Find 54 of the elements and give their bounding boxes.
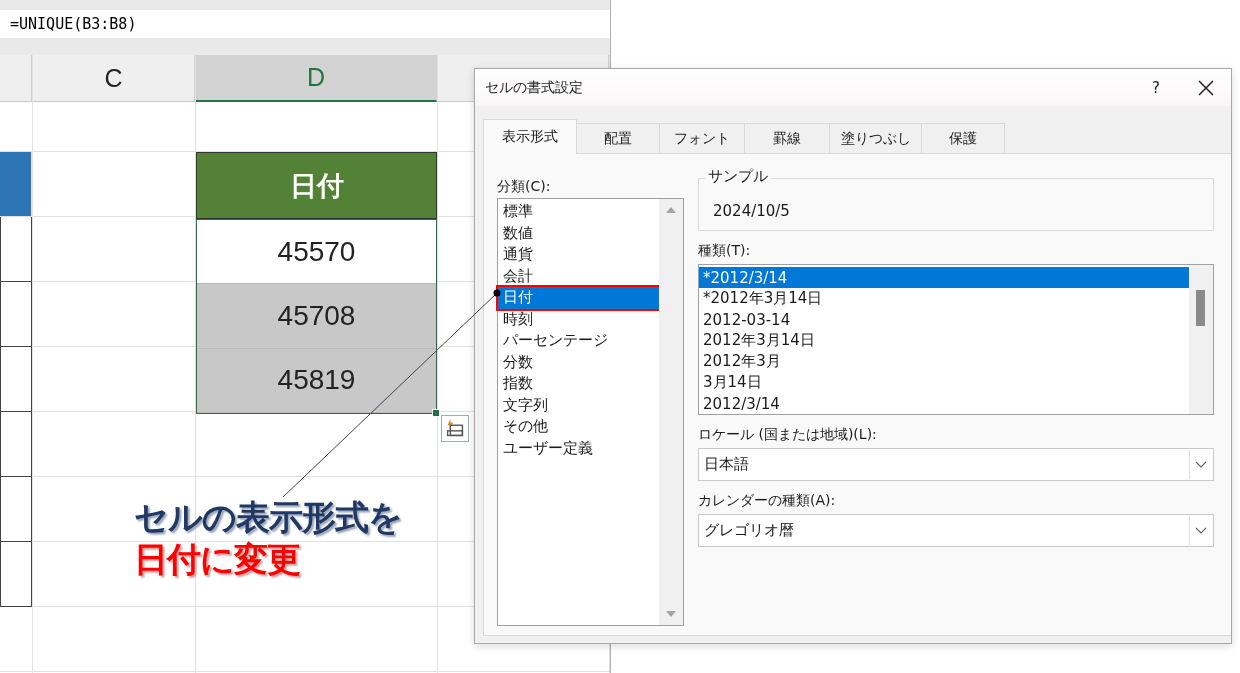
list-item[interactable]: ユーザー定義	[498, 437, 659, 459]
list-item[interactable]: パーセンテージ	[498, 330, 659, 352]
table-cell	[0, 542, 32, 607]
column-header[interactable]: D	[196, 55, 437, 102]
group-label: サンプル	[705, 167, 771, 186]
tab[interactable]: 表示形式	[483, 119, 577, 154]
list-item[interactable]: 指数	[498, 373, 659, 395]
column-header[interactable]: C	[33, 55, 195, 102]
window-title: セルの書式設定	[485, 78, 584, 97]
list-item[interactable]: 2012年3月14日	[699, 330, 1189, 351]
list-item[interactable]: 2012/3/14	[699, 393, 1189, 414]
list-item[interactable]: 会計	[498, 265, 659, 287]
scroll-down-icon[interactable]	[665, 610, 677, 618]
list-item[interactable]: 通貨	[498, 244, 659, 266]
tab[interactable]: 保護	[921, 123, 1005, 153]
list-item[interactable]: その他	[498, 416, 659, 438]
field-label: 分類(C):	[497, 177, 552, 196]
table-cell	[0, 217, 32, 282]
table-header-cell: 日付	[196, 152, 437, 219]
locale-dropdown[interactable]: 日本語	[698, 448, 1214, 481]
list-item[interactable]: 分数	[498, 351, 659, 373]
list-item[interactable]: 2012年3月	[699, 351, 1189, 372]
fill-handle[interactable]	[432, 409, 440, 417]
category-list[interactable]: 標準 数値 通貨 会計 日付 時刻 パーセンテージ 分数 指数 文字列 その他 ユーザー定義	[497, 198, 684, 626]
list-item[interactable]: 文字列	[498, 394, 659, 416]
list-item[interactable]: 3月14日	[699, 372, 1189, 393]
list-item[interactable]: 時刻	[498, 308, 659, 330]
field-label: ロケール (国または地域)(L):	[698, 426, 878, 444]
list-item[interactable]: 数値	[498, 222, 659, 244]
table-cell	[0, 152, 32, 217]
type-list[interactable]: *2012/3/14 *2012年3月14日 2012-03-14 2012年3月14日 2012年3月 3月14日 2012/3/14	[698, 264, 1214, 415]
table-cell: 45708	[197, 284, 436, 349]
paste-options-icon[interactable]	[441, 415, 469, 442]
annotation-text: セルの表示形式を	[134, 496, 402, 538]
list-item[interactable]: 標準	[498, 201, 659, 223]
table-cell	[0, 347, 32, 412]
annotation-text: 日付に変更	[134, 538, 301, 580]
table-cell: 45819	[197, 348, 436, 413]
field-label: 種類(T):	[698, 242, 752, 260]
help-button[interactable]: ?	[1136, 78, 1176, 97]
list-item[interactable]: 2012-03-14	[699, 309, 1189, 330]
list-item[interactable]: 日付	[498, 287, 659, 309]
formula-bar[interactable]: =UNIQUE(B3:B8)	[0, 10, 610, 38]
sample-value: 2024/10/5	[713, 202, 790, 220]
table-cell	[0, 282, 32, 347]
table-cell	[0, 412, 32, 477]
field-label: カレンダーの種類(A):	[698, 492, 837, 510]
close-icon[interactable]	[1198, 79, 1214, 96]
scroll-up-icon[interactable]	[665, 206, 677, 214]
list-item[interactable]: *2012年3月14日	[699, 288, 1189, 309]
scrollbar-thumb[interactable]	[1196, 290, 1205, 326]
table-cell	[0, 477, 32, 542]
list-item[interactable]: *2012/3/14	[699, 267, 1189, 288]
calendar-dropdown[interactable]: グレゴリオ暦	[698, 514, 1214, 547]
